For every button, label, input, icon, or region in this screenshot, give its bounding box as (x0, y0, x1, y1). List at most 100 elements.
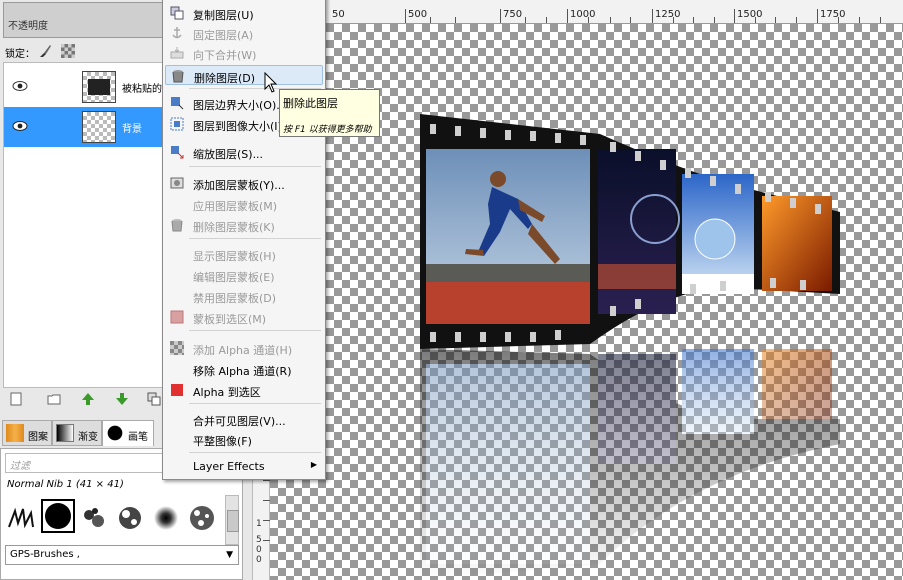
dock-tabs: 图案 渐变 画笔 (0, 418, 163, 448)
raise-layer-icon[interactable] (81, 392, 95, 406)
menu-item-flatten-image[interactable]: 平整图像(F) (165, 429, 323, 449)
menu-item-label: 向下合并(W) (193, 49, 257, 62)
menu-item-mask-to-selection[interactable]: 蒙板到选区(M) (165, 307, 323, 327)
new-layer-icon[interactable] (9, 392, 23, 406)
menu-item-label: 编辑图层蒙板(E) (193, 271, 275, 284)
ruler-label: 1500 (737, 9, 763, 20)
tab-brushes[interactable]: 画笔 (102, 420, 154, 446)
mouse-cursor-icon (264, 72, 278, 93)
brush-grid (5, 495, 223, 543)
eye-icon[interactable] (12, 80, 28, 92)
brush-icon (106, 424, 124, 442)
lock-label: 锁定： (5, 49, 35, 60)
menu-item-label: 禁用图层蒙板(D) (193, 292, 277, 305)
gradient-icon (56, 424, 74, 442)
menu-item-add-layer-mask[interactable]: 添加图层蒙板(Y)... (165, 173, 323, 193)
layer-thumbnail (82, 111, 116, 143)
scale-layer-icon (171, 146, 184, 159)
brush-tag-value: GPS-Brushes , (10, 549, 80, 560)
menu-item-duplicate-layer[interactable]: 复制图层(U) (165, 3, 323, 23)
menu-item-delete-layer-mask[interactable]: 删除图层蒙板(K) (165, 215, 323, 235)
ruler-label: 1250 (655, 9, 681, 20)
add-mask-icon (170, 177, 184, 189)
tab-patterns[interactable]: 图案 (2, 420, 52, 446)
layer-to-image-icon (170, 117, 184, 131)
brush-swatch[interactable] (5, 501, 39, 535)
layer-name: 被粘贴的 (122, 84, 162, 95)
menu-item-label: 平整图像(F) (193, 435, 252, 448)
mask-to-selection-icon (170, 310, 184, 324)
menu-item-apply-layer-mask[interactable]: 应用图层蒙板(M) (165, 194, 323, 214)
brush-swatch[interactable] (113, 501, 147, 535)
menu-item-label: 显示图层蒙板(H) (193, 250, 276, 263)
menu-item-scale-layer[interactable]: 缩放图层(S)... (165, 142, 323, 162)
menu-item-disable-layer-mask[interactable]: 禁用图层蒙板(D) (165, 286, 323, 306)
ruler-label: 50 (332, 9, 345, 20)
chevron-right-icon: ▶ (310, 460, 317, 469)
vruler-label: 0 (256, 555, 262, 565)
menu-item-alpha-to-selection[interactable]: Alpha 到选区 (165, 380, 323, 400)
menu-item-label: 蒙板到选区(M) (193, 313, 267, 326)
menu-item-label: 移除 Alpha 通道(R) (193, 365, 292, 378)
tooltip-title: 删除此图层 (283, 97, 338, 110)
lower-layer-icon[interactable] (115, 392, 129, 406)
alpha-to-selection-icon (171, 384, 183, 396)
menu-item-label: Layer Effects (193, 460, 265, 473)
delete-mask-icon (171, 219, 183, 232)
tooltip-help: 按 F1 以获得更多帮助 (283, 125, 372, 135)
brush-swatch[interactable] (77, 501, 111, 535)
menu-item-label: 复制图层(U) (193, 9, 254, 22)
ruler-label: 500 (408, 9, 428, 20)
menu-item-label: 图层边界大小(O)... (193, 99, 287, 112)
brush-swatch[interactable] (149, 501, 183, 535)
layer-boundary-icon (171, 97, 184, 110)
menu-item-anchor-layer[interactable]: 固定图层(A) (165, 23, 323, 43)
menu-item-remove-alpha-channel[interactable]: 移除 Alpha 通道(R) (165, 359, 323, 379)
brush-swatch[interactable] (41, 499, 75, 533)
pattern-icon (6, 424, 24, 442)
tab-label: 图案 (28, 432, 48, 443)
menu-item-label: 图层到图像大小(I) (193, 120, 282, 133)
menu-item-label: Alpha 到选区 (193, 386, 261, 399)
menu-item-layer-effects[interactable]: Layer Effects ▶ (165, 456, 323, 476)
vruler-label: 1 (256, 519, 262, 529)
tab-label: 画笔 (128, 432, 148, 443)
menu-item-label: 合并可见图层(V)... (193, 415, 286, 428)
menu-item-merge-down[interactable]: 向下合并(W) (165, 43, 323, 63)
layer-list: 被粘贴的 背景 (3, 62, 163, 388)
menu-item-label: 删除图层蒙板(K) (193, 221, 275, 234)
chevron-down-icon: ▼ (226, 550, 233, 560)
horizontal-ruler: 50 500 750 1000 1250 1500 1750 (270, 0, 903, 24)
menu-item-add-alpha-channel[interactable]: 添加 Alpha 通道(H) (165, 338, 323, 358)
duplicate-icon[interactable] (147, 392, 161, 406)
menu-item-label: 缩放图层(S)... (193, 148, 264, 161)
anchor-icon (172, 27, 182, 39)
menu-item-label: 固定图层(A) (193, 29, 254, 42)
tab-gradients[interactable]: 渐变 (52, 420, 102, 446)
menu-item-merge-visible-layers[interactable]: 合并可见图层(V)... (165, 409, 323, 429)
brush-scrollbar[interactable] (225, 495, 239, 545)
opacity-slider[interactable]: 不透明度 (3, 2, 163, 38)
film-reflection (420, 324, 840, 580)
eye-icon[interactable] (12, 120, 28, 132)
ruler-label: 1000 (570, 9, 596, 20)
folder-icon[interactable] (47, 392, 61, 406)
menu-item-label: 删除图层(D) (194, 72, 256, 85)
layer-row[interactable]: 被粘贴的 (4, 67, 162, 107)
layer-context-menu: 复制图层(U) 固定图层(A) 向下合并(W) 删除图层(D) 图层边界大小(O… (162, 0, 326, 480)
layer-row[interactable]: 背景 (4, 107, 162, 147)
add-alpha-icon (170, 341, 184, 355)
lock-pixels-brush-icon[interactable] (37, 43, 53, 59)
menu-item-label: 添加 Alpha 通道(H) (193, 344, 293, 357)
lock-alpha-icon[interactable] (61, 44, 75, 58)
opacity-label: 不透明度 (8, 21, 48, 32)
menu-item-edit-layer-mask[interactable]: 编辑图层蒙板(E) (165, 265, 323, 285)
menu-item-show-layer-mask[interactable]: 显示图层蒙板(H) (165, 244, 323, 264)
merge-down-icon (170, 47, 184, 59)
menu-item-delete-layer[interactable]: 删除图层(D) (165, 65, 323, 85)
filter-placeholder: 过滤 (10, 461, 30, 472)
brush-tag-select[interactable]: GPS-Brushes , ▼ (5, 545, 239, 565)
tooltip: 删除此图层 按 F1 以获得更多帮助 (279, 89, 380, 137)
brush-swatch[interactable] (185, 501, 219, 535)
lock-row: 锁定： (3, 42, 163, 60)
